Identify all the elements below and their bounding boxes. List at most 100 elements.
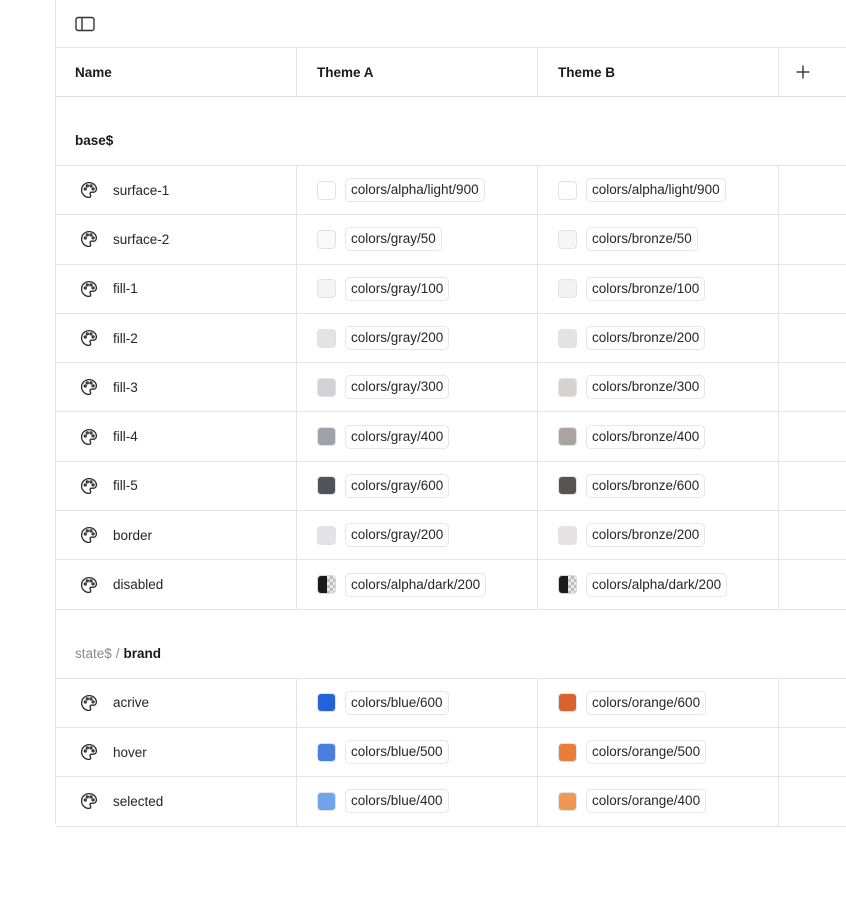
token-reference-chip[interactable]: colors/bronze/100 (586, 276, 706, 301)
color-swatch[interactable] (317, 328, 336, 348)
color-swatch[interactable] (317, 377, 336, 397)
token-reference-chip[interactable]: colors/alpha/dark/200 (345, 572, 487, 597)
token-name-cell[interactable]: fill-1 (56, 264, 297, 313)
color-swatch[interactable] (317, 575, 336, 595)
color-swatch[interactable] (558, 575, 577, 595)
token-name: fill-1 (113, 281, 138, 297)
color-swatch[interactable] (558, 328, 577, 348)
token-reference-chip[interactable]: colors/bronze/50 (586, 227, 698, 252)
token-reference-chip[interactable]: colors/bronze/600 (586, 473, 706, 498)
group-title: base$ (56, 97, 846, 166)
theme-b-value-cell: colors/orange/500 (538, 727, 779, 777)
color-swatch[interactable] (317, 791, 336, 811)
token-name-cell[interactable]: fill-5 (56, 461, 297, 511)
token-name-cell[interactable]: fill-3 (56, 363, 297, 412)
header-theme-a[interactable]: Theme A (297, 48, 538, 96)
color-swatch[interactable] (558, 427, 577, 447)
empty-cell (779, 363, 846, 411)
theme-a-value-cell: colors/alpha/dark/200 (297, 560, 538, 609)
token-name-cell[interactable]: selected (56, 777, 297, 826)
token-name: fill-4 (113, 429, 138, 445)
token-reference-chip[interactable]: colors/gray/300 (345, 375, 450, 400)
group-prefix: state$ (75, 645, 112, 661)
color-swatch[interactable] (558, 180, 577, 200)
palette-icon (80, 694, 98, 712)
color-swatch[interactable] (558, 229, 577, 249)
header-name[interactable]: Name (56, 48, 297, 96)
color-swatch[interactable] (317, 525, 336, 545)
theme-a-value-cell: colors/gray/50 (297, 215, 538, 264)
token-reference-chip[interactable]: colors/bronze/200 (586, 523, 706, 548)
token-reference-chip[interactable]: colors/gray/50 (345, 227, 442, 252)
color-swatch[interactable] (317, 180, 336, 200)
token-name-cell[interactable]: hover (56, 727, 297, 777)
token-reference-chip[interactable]: colors/gray/100 (345, 276, 450, 301)
group-separator: / (115, 645, 120, 661)
add-theme-button[interactable] (779, 48, 846, 96)
token-reference-chip[interactable]: colors/alpha/dark/200 (586, 572, 728, 597)
color-swatch[interactable] (558, 279, 577, 299)
color-swatch[interactable] (317, 279, 336, 299)
token-reference-chip[interactable]: colors/gray/600 (345, 473, 450, 498)
token-name-cell[interactable]: surface-2 (56, 215, 297, 264)
table-row: fill-3 colors/gray/300 colors/bronze/300 (56, 363, 846, 413)
token-reference-chip[interactable]: colors/blue/400 (345, 789, 449, 814)
color-swatch[interactable] (558, 693, 577, 713)
theme-b-value-cell: colors/bronze/200 (538, 511, 779, 560)
token-reference-chip[interactable]: colors/alpha/light/900 (586, 178, 726, 203)
token-reference-chip[interactable]: colors/orange/400 (586, 789, 707, 814)
empty-cell (779, 777, 846, 825)
token-name-cell[interactable]: surface-1 (56, 166, 297, 215)
empty-cell (779, 265, 846, 313)
color-swatch[interactable] (558, 377, 577, 397)
token-name: disabled (113, 577, 164, 593)
color-swatch[interactable] (317, 229, 336, 249)
token-reference-chip[interactable]: colors/blue/600 (345, 690, 449, 715)
table-header: Name Theme A Theme B (56, 48, 846, 97)
token-reference-chip[interactable]: colors/bronze/300 (586, 375, 706, 400)
token-name-cell[interactable]: acrive (56, 678, 297, 727)
header-theme-b[interactable]: Theme B (538, 48, 779, 96)
token-name: fill-2 (113, 330, 138, 346)
token-reference-chip[interactable]: colors/gray/200 (345, 326, 450, 351)
color-swatch[interactable] (317, 427, 336, 447)
palette-icon (80, 792, 98, 810)
token-reference-chip[interactable]: colors/orange/600 (586, 690, 707, 715)
color-swatch[interactable] (317, 742, 336, 762)
palette-icon (80, 428, 98, 446)
palette-icon (80, 230, 98, 248)
theme-b-value-cell: colors/orange/400 (538, 777, 779, 826)
table-row: fill-2 colors/gray/200 colors/bronze/200 (56, 313, 846, 364)
token-name: hover (113, 744, 147, 760)
theme-b-value-cell: colors/bronze/200 (538, 313, 779, 363)
theme-b-value-cell: colors/bronze/400 (538, 412, 779, 461)
token-reference-chip[interactable]: colors/blue/500 (345, 740, 449, 765)
theme-a-value-cell: colors/blue/600 (297, 678, 538, 727)
empty-cell (779, 560, 846, 608)
color-swatch[interactable] (558, 476, 577, 496)
token-reference-chip[interactable]: colors/bronze/400 (586, 424, 706, 449)
token-name-cell[interactable]: border (56, 511, 297, 560)
token-name-cell[interactable]: fill-2 (56, 313, 297, 363)
token-reference-chip[interactable]: colors/orange/500 (586, 740, 707, 765)
color-swatch[interactable] (558, 525, 577, 545)
color-swatch[interactable] (558, 791, 577, 811)
token-name-cell[interactable]: fill-4 (56, 412, 297, 461)
token-reference-chip[interactable]: colors/gray/200 (345, 523, 450, 548)
token-name: border (113, 527, 153, 543)
swatch-transparent-half (567, 576, 576, 594)
token-name: fill-3 (113, 379, 138, 395)
token-reference-chip[interactable]: colors/bronze/200 (586, 326, 706, 351)
empty-cell (779, 511, 846, 559)
color-swatch[interactable] (317, 693, 336, 713)
token-reference-chip[interactable]: colors/gray/400 (345, 424, 450, 449)
color-swatch[interactable] (558, 742, 577, 762)
swatch-solid-half (318, 576, 327, 594)
color-swatch[interactable] (317, 476, 336, 496)
group-title: state$ / brand (56, 610, 846, 679)
token-name-cell[interactable]: disabled (56, 560, 297, 609)
palette-icon (80, 576, 98, 594)
sidebar-panel-icon[interactable] (74, 13, 96, 35)
token-reference-chip[interactable]: colors/alpha/light/900 (345, 178, 485, 203)
theme-b-value-cell: colors/alpha/light/900 (538, 166, 779, 215)
